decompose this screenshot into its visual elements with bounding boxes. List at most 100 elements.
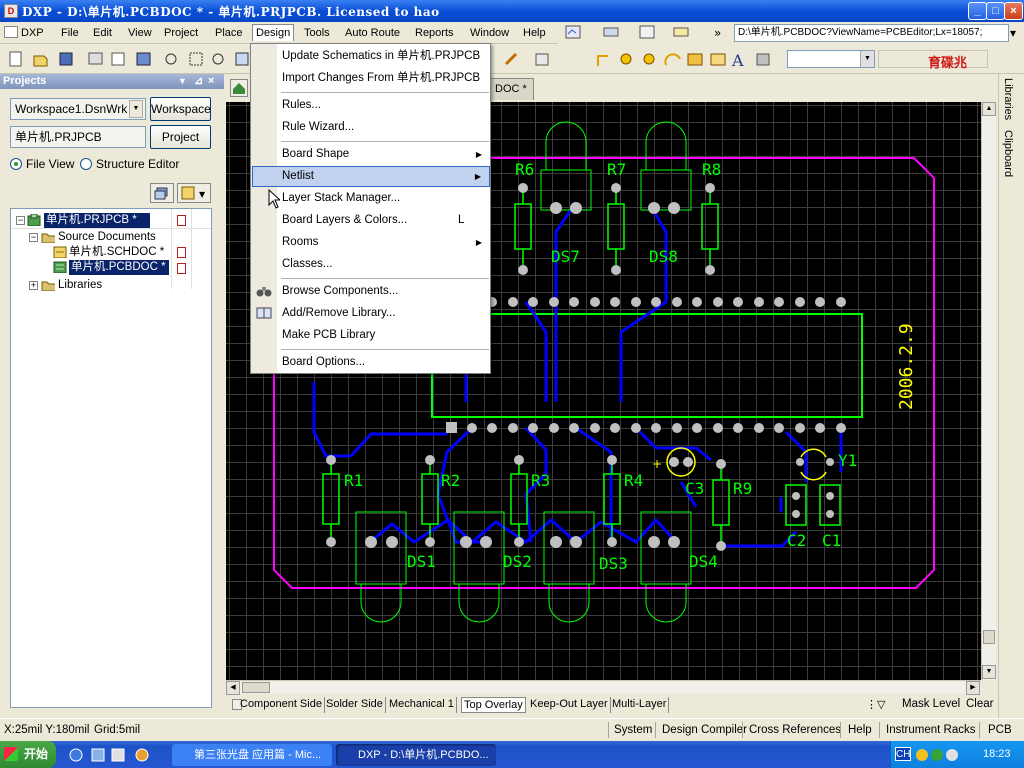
designator-C1: C1 [822, 531, 841, 550]
libraries-dock-tab[interactable]: Libraries [1002, 78, 1014, 120]
tree-item-project[interactable]: 单片机.PRJPCB * [44, 213, 150, 228]
designator-R3: R3 [531, 471, 550, 490]
menu-item-import-changes[interactable]: Import Changes From 单片机.PRJPCB [252, 68, 490, 89]
language-indicator[interactable]: CH [895, 747, 911, 761]
tab-top-overlay[interactable]: Top Overlay [461, 697, 526, 713]
menu-item-make-pcb-library[interactable]: Make PCB Library [252, 325, 490, 346]
menu-tools[interactable]: Tools [301, 25, 333, 42]
tray-icons[interactable] [915, 747, 959, 763]
menu-item-board-layers-colors[interactable]: Board Layers & Colors... L [252, 210, 490, 231]
menu-item-rule-wizard[interactable]: Rule Wizard... [252, 117, 490, 138]
menu-item-rooms[interactable]: Rooms ▶ [252, 232, 490, 253]
project-options-button[interactable]: ▼ [177, 183, 211, 203]
brand-logo: 育碟兆 [928, 56, 968, 71]
hscroll-thumb[interactable] [242, 682, 270, 693]
tree-item-libraries[interactable]: Libraries [58, 278, 102, 293]
instrument-racks-panel-button[interactable]: Instrument Racks [886, 722, 975, 739]
date-label: 2006.2.9 [896, 323, 917, 410]
document-status-icon [177, 247, 186, 258]
pcb-toolbar-icons[interactable]: A [500, 50, 785, 68]
design-compiler-panel-button[interactable]: Design Compiler [662, 722, 747, 739]
clear-button[interactable]: Clear [966, 698, 993, 710]
standard-toolbar-icons[interactable] [4, 50, 254, 68]
menu-design[interactable]: Design [252, 24, 295, 41]
collapse-toggle[interactable]: − [29, 233, 38, 242]
menu-view[interactable]: View [125, 25, 155, 42]
address-field[interactable]: D:\单片机.PCBDOC?ViewName=PCBEditor;Lx=1805… [734, 24, 1009, 42]
close-button[interactable]: × [1004, 2, 1023, 20]
pcb-panel-button[interactable]: PCB [988, 722, 1012, 739]
home-icon[interactable] [230, 79, 248, 97]
scroll-down-icon[interactable]: ▼ [982, 665, 996, 679]
tab-multi-layer[interactable]: Multi-Layer [610, 697, 670, 713]
file-view-label: File View [26, 157, 75, 171]
tab-pcbdoc[interactable]: DOC * [488, 78, 534, 100]
tree-item-schdoc[interactable]: 单片机.SCHDOC * [69, 245, 164, 260]
file-view-radio[interactable] [10, 158, 22, 170]
menu-item-layer-stack-manager[interactable]: Layer Stack Manager... [252, 188, 490, 209]
project-field[interactable]: 单片机.PRJPCB [10, 126, 146, 148]
filter-icon[interactable]: ⋮▽ [866, 698, 885, 711]
clipboard-dock-tab[interactable]: Clipboard [1002, 130, 1014, 177]
scroll-left-icon[interactable]: ◀ [226, 681, 240, 695]
workspace-select[interactable]: Workspace1.DsnWrk ▼ [10, 98, 146, 120]
horizontal-scrollbar[interactable]: ◀ ▶ [226, 680, 981, 695]
menu-dxp[interactable]: DXP [4, 25, 47, 42]
menu-item-classes[interactable]: Classes... [252, 254, 490, 275]
tab-keep-out-layer[interactable]: Keep-Out Layer [528, 697, 611, 713]
vertical-scrollbar[interactable]: ▲ ▼ [981, 102, 996, 680]
menu-item-add-remove-library[interactable]: Add/Remove Library... [252, 303, 490, 324]
compile-button[interactable] [150, 183, 174, 203]
help-panel-button[interactable]: Help [848, 722, 872, 739]
layer-combo[interactable]: ▼ [787, 50, 875, 68]
tree-item-source-documents[interactable]: Source Documents [58, 230, 156, 245]
collapse-toggle[interactable]: − [16, 216, 25, 225]
menu-item-board-shape[interactable]: Board Shape ▶ [252, 144, 490, 165]
task-word-document[interactable]: 第三张光盘 应用篇 - Mic... [172, 744, 332, 766]
project-button[interactable]: Project [150, 125, 211, 149]
designator-DS2: DS2 [503, 552, 532, 571]
minimize-button[interactable]: _ [968, 2, 987, 20]
menu-edit[interactable]: Edit [90, 25, 115, 42]
structure-editor-radio[interactable] [80, 158, 92, 170]
system-panel-button[interactable]: System [614, 722, 652, 739]
tree-item-pcbdoc[interactable]: 单片机.PCBDOC * [69, 260, 169, 275]
tab-mechanical-1[interactable]: Mechanical 1 [387, 697, 457, 713]
menu-reports[interactable]: Reports [412, 25, 457, 42]
menu-item-rules[interactable]: Rules... [252, 95, 490, 116]
quick-launch[interactable] [64, 745, 164, 765]
maximize-button[interactable]: □ [986, 2, 1005, 20]
scroll-right-icon[interactable]: ▶ [966, 681, 980, 695]
menu-project[interactable]: Project [161, 25, 201, 42]
mask-level-button[interactable]: Mask Level [902, 698, 960, 710]
menu-item-netlist[interactable]: Netlist ▶ [252, 166, 490, 187]
tab-component-side[interactable]: Component Side [238, 697, 325, 713]
tab-solder-side[interactable]: Solder Side [324, 697, 386, 713]
panel-close-icon[interactable]: × [208, 74, 214, 89]
tree-gridline [171, 209, 172, 289]
pin-icon[interactable]: ⊿ [194, 74, 203, 89]
expand-toggle[interactable]: + [29, 281, 38, 290]
clock: 18:23 [983, 748, 1011, 760]
menu-item-board-options[interactable]: Board Options... [252, 352, 490, 373]
menu-file[interactable]: File [58, 25, 82, 42]
menu-help[interactable]: Help [520, 25, 549, 42]
menu-place[interactable]: Place [212, 25, 246, 42]
panel-menu-icon[interactable]: ▼ [178, 74, 187, 89]
address-dropdown-icon[interactable]: ▾ [1010, 26, 1016, 40]
windows-logo-icon [4, 747, 18, 761]
menu-item-browse-components[interactable]: Browse Components... [252, 281, 490, 302]
workspace-button[interactable]: Workspace [150, 97, 211, 121]
vscroll-thumb[interactable] [983, 630, 995, 644]
cross-references-panel-button[interactable]: Cross References [749, 722, 841, 739]
scroll-up-icon[interactable]: ▲ [982, 102, 996, 116]
main-toolbar: A ▼ 育碟兆 [0, 44, 1024, 74]
start-button[interactable]: 开始 [0, 741, 56, 768]
menu-window[interactable]: Window [467, 25, 512, 42]
toolbar-icons: » [565, 25, 721, 40]
projects-panel-title: Projects [3, 75, 47, 87]
menu-auto-route[interactable]: Auto Route [342, 25, 403, 42]
menu-item-update-schematics[interactable]: Update Schematics in 单片机.PRJPCB [252, 46, 490, 67]
chevron-down-icon[interactable]: ▼ [129, 100, 143, 118]
task-dxp[interactable]: DXP - D:\单片机.PCBDO... [336, 744, 496, 766]
